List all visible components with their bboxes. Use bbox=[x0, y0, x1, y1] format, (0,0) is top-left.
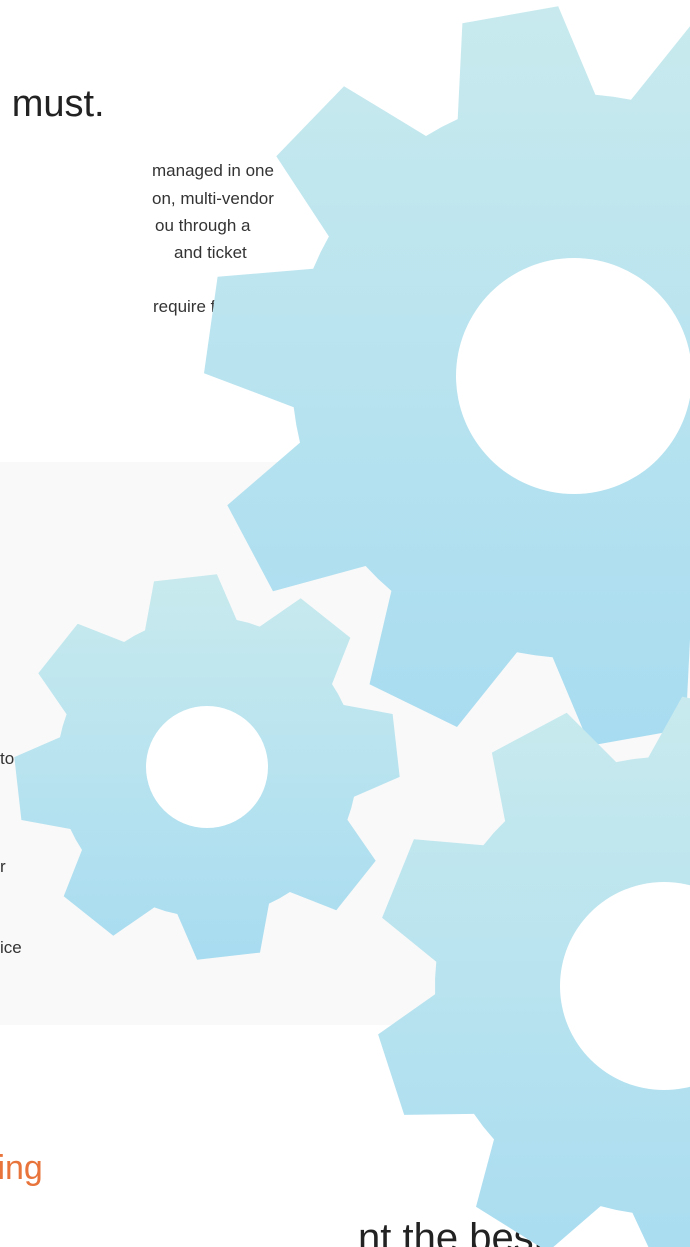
intro-line-3: ou through a bbox=[155, 216, 251, 235]
side-fragment-1: to bbox=[0, 749, 15, 768]
intro-line-5: require for bbox=[153, 297, 231, 316]
intro-line-1: managed in one bbox=[152, 161, 274, 180]
intro-line-2: on, multi-vendor bbox=[152, 189, 274, 208]
large-gear-hole bbox=[456, 258, 690, 494]
intro-line-4: and ticket bbox=[174, 243, 247, 262]
side-fragment-2: r bbox=[0, 857, 6, 876]
side-fragment-3: ice bbox=[0, 938, 22, 957]
section-subheading: nt the best bbox=[0, 1208, 690, 1247]
section-band bbox=[0, 462, 690, 1025]
section-subheading-text: nt the best bbox=[358, 1216, 545, 1247]
page-title-text: u must. bbox=[0, 83, 105, 125]
section-heading: ting bbox=[0, 1149, 43, 1187]
